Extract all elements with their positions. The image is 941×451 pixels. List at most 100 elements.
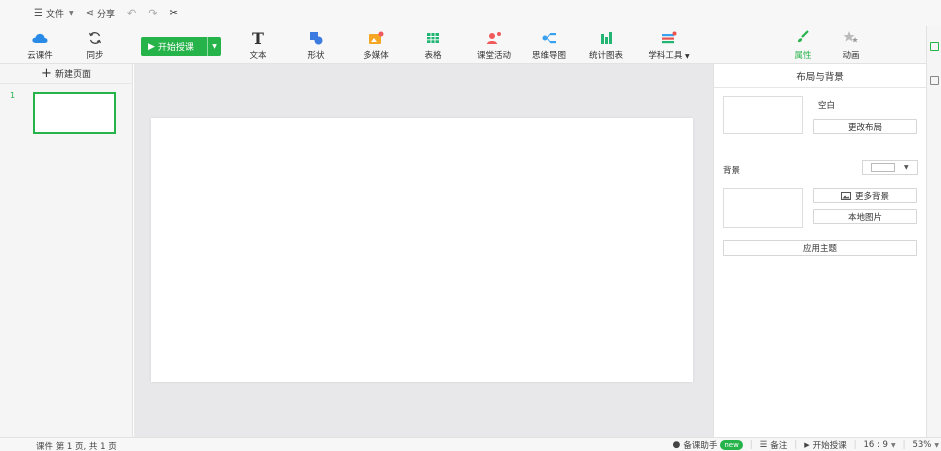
class-activity-button[interactable]: 课堂活动 [472,29,516,63]
share-menu[interactable]: ⋖ 分享 [86,7,115,20]
sync-button[interactable]: 同步 [73,29,117,63]
new-page-label: 新建页面 [54,70,91,80]
cloud-courseware-label: 云课件 [27,51,53,61]
text-tool-label: 文本 [249,51,267,61]
chevron-down-icon: ▼ [890,441,896,449]
shape-tool-label: 形状 [307,51,325,61]
brush-icon [796,29,810,47]
slide-page[interactable] [151,118,693,382]
local-image-button[interactable]: 本地图片 [813,209,917,224]
statistics-chart-button[interactable]: 统计图表 [584,29,628,63]
chevron-down-icon: ▼ [934,441,939,449]
format-painter-icon[interactable]: ✂ [169,8,177,19]
subject-tools-icon [661,29,677,47]
rail-preview-icon[interactable] [930,76,939,85]
file-menu-label: 文件 [45,9,64,20]
tab-attributes-label: 属性 [794,50,812,61]
robot-icon: ● [672,440,681,450]
file-menu[interactable]: ☰ 文件 ▼ [34,7,74,20]
background-label: 背景 [723,166,741,176]
status-start-teaching-button[interactable]: ▶ 开始授课 [804,439,846,451]
editing-canvas [134,64,713,437]
divider: | [794,440,798,450]
color-swatch [871,163,895,172]
share-icon: ⋖ [85,7,94,19]
shape-tool-button[interactable]: 形状 [294,29,338,63]
sync-label: 同步 [86,51,104,61]
start-teaching-label: 开始授课 [157,43,194,53]
properties-panel: 布局与背景 空白 更改布局 背景 ▼ 更多背景 本地图片 应用主题 [713,64,926,437]
cloud-courseware-button[interactable]: 云课件 [18,29,62,63]
slide-thumbnail-panel: + 新建页面 1 [0,64,133,437]
layout-name: 空白 [818,101,836,111]
activity-icon [486,29,502,47]
menu-bar: ☰ 文件 ▼ ⋖ 分享 ↶ ↷ ✂ [0,0,941,26]
subject-tools-button[interactable]: 学科工具 ▼ [644,29,694,63]
multimedia-label: 多媒体 [363,51,389,61]
sync-icon [88,29,102,47]
mindmap-icon [541,29,557,47]
plus-icon: + [41,66,52,81]
status-bar: 课件 第 1 页, 共 1 页 ● 备课助手 new | ☰ 备注 | ▶ 开始… [0,437,941,451]
divider: | [902,440,906,450]
chevron-down-icon: ▼ [904,164,909,171]
text-tool-button[interactable]: T 文本 [236,29,280,63]
chevron-down-icon: ▼ [212,43,217,50]
cloud-icon [32,29,48,47]
share-menu-label: 分享 [97,9,116,20]
tab-animation-label: 动画 [842,50,860,61]
undo-icon[interactable]: ↶ [127,7,136,20]
text-icon: T [252,28,264,48]
animation-star-icon [843,30,859,47]
shape-icon [309,29,323,47]
prep-assistant-button[interactable]: ● 备课助手 new [672,439,743,451]
side-rail [926,26,941,437]
background-preview[interactable] [723,188,803,228]
slide-number: 1 [10,91,16,100]
image-icon [840,191,851,200]
mindmap-label: 思维导图 [531,51,566,61]
more-backgrounds-button[interactable]: 更多背景 [813,188,917,203]
subject-tools-label: 学科工具 ▼ [648,51,690,61]
new-page-button[interactable]: + 新建页面 [0,64,132,84]
status-bar-right: ● 备课助手 new | ☰ 备注 | ▶ 开始授课 | 16 : 9 ▼ | … [672,439,941,451]
background-color-select[interactable]: ▼ [862,160,918,175]
table-icon [426,29,440,47]
status-start-teaching-label: 开始授课 [812,441,847,451]
statistics-chart-label: 统计图表 [588,51,623,61]
zoom-label: 53% [912,440,932,450]
redo-icon[interactable]: ↷ [148,7,157,20]
zoom-select[interactable]: 53% ▼ [912,440,941,450]
slide-thumbnail[interactable] [33,92,116,134]
hamburger-icon: ☰ [34,7,43,19]
prep-assistant-label: 备课助手 [683,441,718,451]
divider: | [749,440,753,450]
notes-button[interactable]: ☰ 备注 [760,439,788,451]
play-icon: ▶ [148,41,155,52]
panel-title: 布局与背景 [714,64,926,88]
apply-theme-button[interactable]: 应用主题 [723,240,917,256]
multimedia-icon [368,29,384,47]
multimedia-button[interactable]: 多媒体 [354,29,398,63]
table-label: 表格 [424,51,442,61]
page-info: 课件 第 1 页, 共 1 页 [36,442,117,451]
rail-properties-icon[interactable] [930,42,939,51]
notes-icon: ☰ [759,440,768,450]
class-activity-label: 课堂活动 [476,51,511,61]
mindmap-button[interactable]: 思维导图 [527,29,571,63]
notes-label: 备注 [770,441,788,451]
play-icon: ▶ [804,441,810,449]
divider: | [853,440,857,450]
aspect-ratio-select[interactable]: 16 : 9 ▼ [863,440,895,450]
tab-attributes[interactable]: 属性 [781,26,825,64]
start-teaching-dropdown[interactable]: ▼ [207,37,221,56]
chevron-down-icon: ▼ [685,53,690,60]
table-button[interactable]: 表格 [411,29,455,63]
tab-animation[interactable]: 动画 [829,26,873,64]
change-layout-button[interactable]: 更改布局 [813,119,917,134]
chevron-down-icon: ▼ [68,9,74,17]
start-teaching-button[interactable]: ▶ 开始授课 ▼ [141,37,221,56]
layout-preview[interactable] [723,96,803,134]
bar-chart-icon [599,29,613,47]
aspect-ratio-label: 16 : 9 [863,440,888,450]
